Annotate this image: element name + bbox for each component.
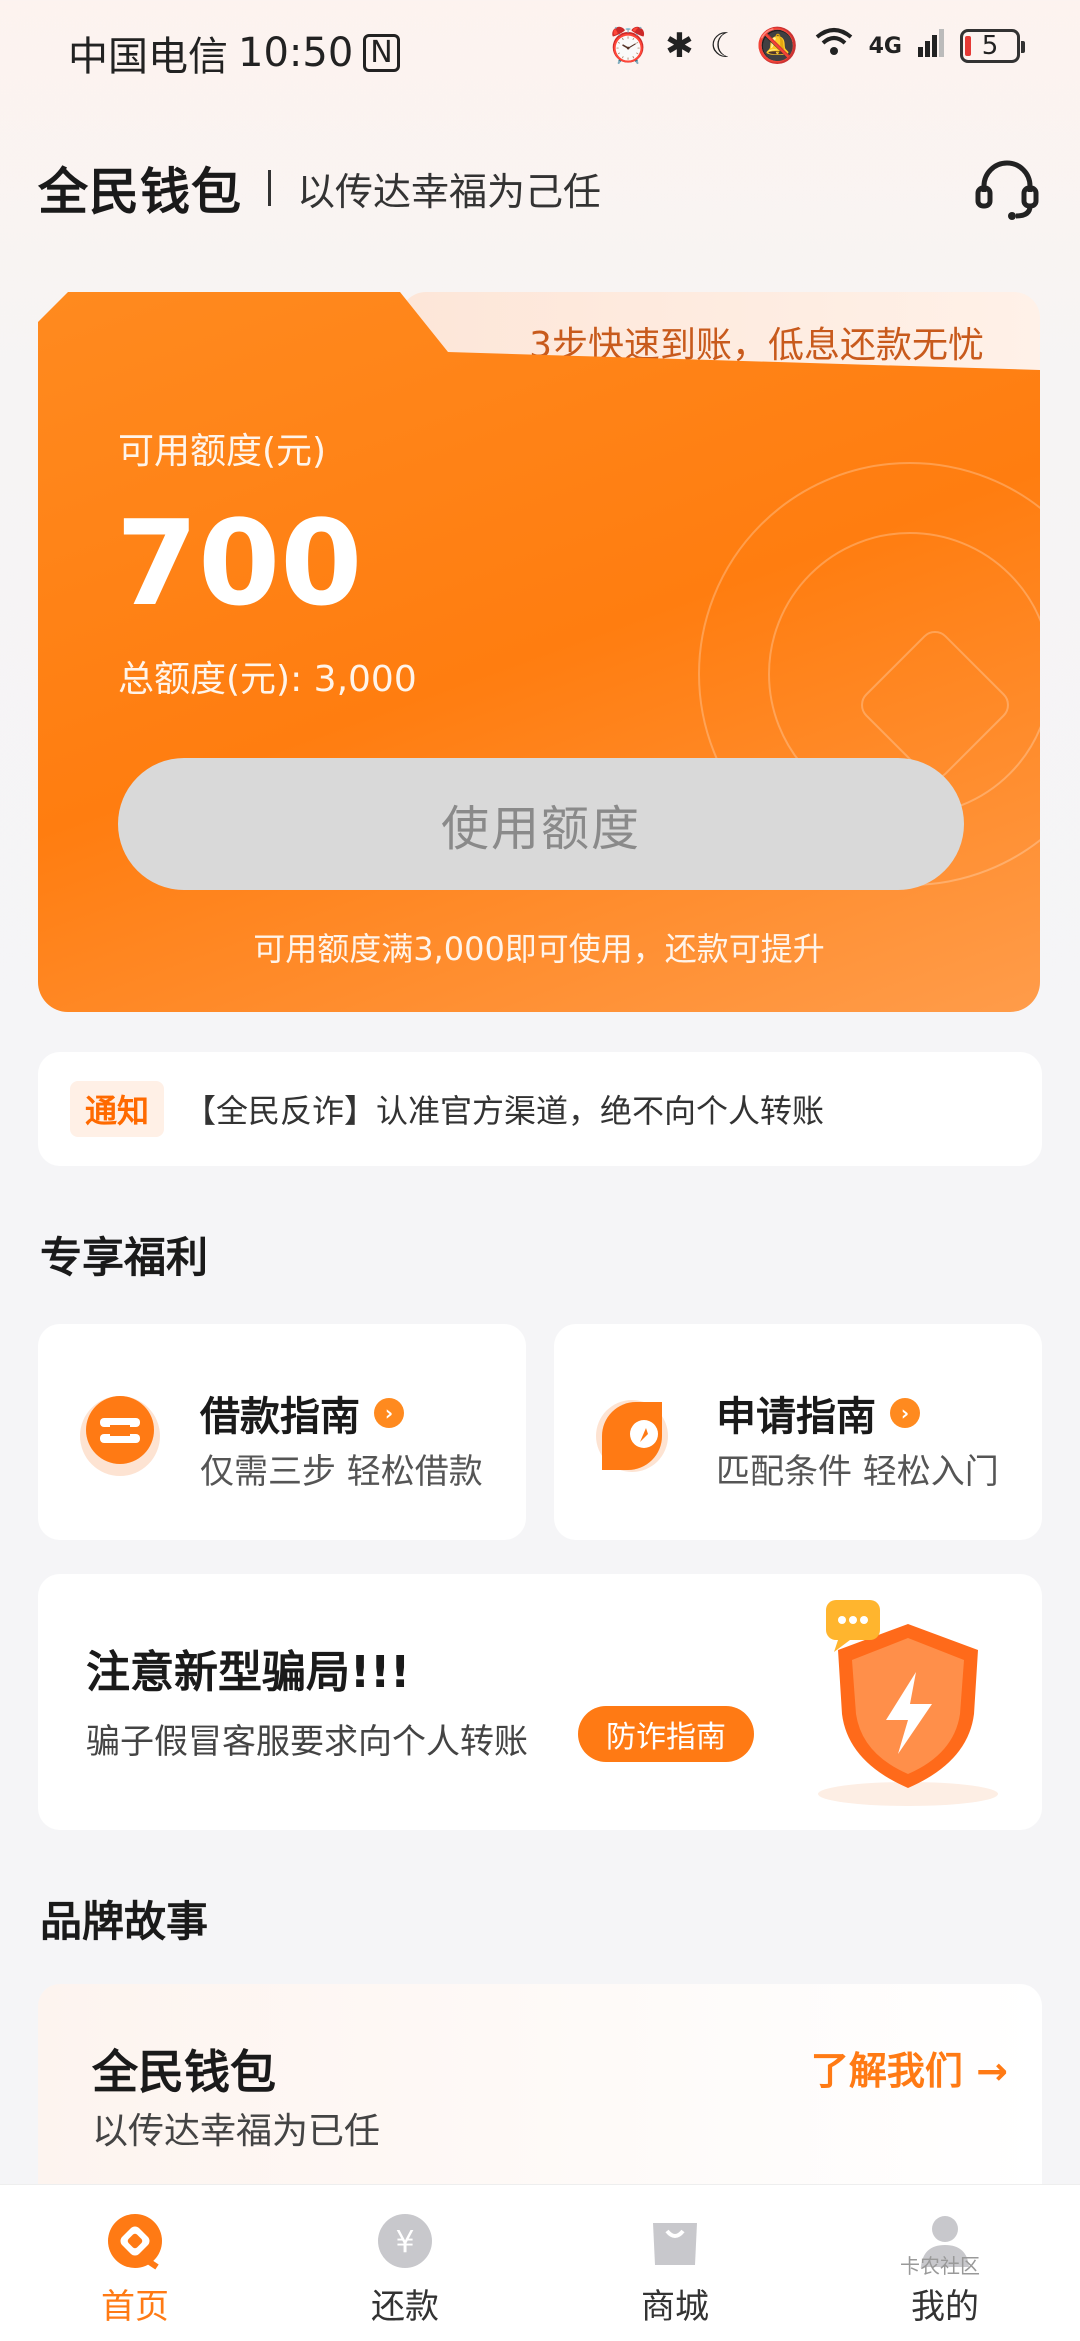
loan-guide-subtitle: 仅需三步 轻松借款 bbox=[200, 1452, 483, 1492]
card-body: 可用额度(元) 700 总额度(元): 3,000 使用额度 可用额度满3,00… bbox=[38, 292, 1040, 1012]
notice-bar[interactable]: 通知 【全民反诈】认准官方渠道，绝不向个人转账 bbox=[38, 1052, 1042, 1166]
home-icon bbox=[105, 2211, 165, 2271]
status-bar: 中国电信 10:50 N ⏰ ✱ ☾ 🔕 4G 5 bbox=[0, 0, 1080, 100]
watermark: 卡农社区 bbox=[900, 2254, 980, 2278]
brand-title: 全民钱包 bbox=[38, 163, 242, 221]
nav-mall[interactable]: 商城 bbox=[540, 2185, 810, 2341]
nav-repay-label: 还款 bbox=[371, 2287, 439, 2327]
chevron-right-icon: › bbox=[374, 1398, 404, 1428]
apply-guide-subtitle: 匹配条件 轻松入门 bbox=[716, 1452, 999, 1492]
about-us-link[interactable]: 了解我们 → bbox=[811, 2040, 1008, 2095]
loan-guide-title: 借款指南 › bbox=[200, 1384, 404, 1442]
battery-icon: 5 bbox=[960, 29, 1025, 63]
moon-icon: ☾ bbox=[709, 26, 741, 66]
apply-guide-title-text: 申请指南 bbox=[716, 1394, 876, 1440]
apply-guide-card[interactable]: 申请指南 › 匹配条件 轻松入门 bbox=[554, 1324, 1042, 1540]
signal-icon bbox=[918, 26, 944, 66]
fraud-alert-title: 注意新型骗局!!! bbox=[86, 1647, 411, 1698]
nav-mall-label: 商城 bbox=[641, 2287, 709, 2327]
app-header: 全民钱包 以传达幸福为己任 bbox=[38, 148, 1042, 228]
alarm-icon: ⏰ bbox=[606, 26, 650, 66]
shield-icon bbox=[778, 1594, 1018, 1814]
notice-tag: 通知 bbox=[70, 1081, 164, 1137]
nav-home-label: 首页 bbox=[101, 2287, 169, 2327]
nav-home[interactable]: 首页 bbox=[0, 2185, 270, 2341]
bluetooth-icon: ✱ bbox=[665, 26, 694, 66]
anti-fraud-guide-button[interactable]: 防诈指南 bbox=[578, 1706, 754, 1762]
customer-service-icon[interactable] bbox=[972, 154, 1042, 224]
story-subtitle: 以传达幸福为已任 bbox=[92, 2111, 381, 2152]
loan-guide-title-text: 借款指南 bbox=[200, 1394, 360, 1440]
battery-level: 5 bbox=[981, 31, 999, 61]
chevron-right-icon: › bbox=[890, 1398, 920, 1428]
available-amount: 700 bbox=[116, 494, 363, 632]
network-type: 4G bbox=[868, 33, 902, 59]
wifi-icon bbox=[815, 26, 853, 66]
status-left: 中国电信 10:50 N bbox=[68, 24, 400, 82]
benefits-title: 专享福利 bbox=[40, 1233, 209, 1282]
fraud-alert-card: 注意新型骗局!!! 骗子假冒客服要求向个人转账 防诈指南 bbox=[38, 1574, 1042, 1830]
status-right: ⏰ ✱ ☾ 🔕 4G 5 bbox=[606, 26, 1025, 66]
mute-icon: 🔕 bbox=[756, 26, 799, 66]
apply-guide-icon bbox=[588, 1384, 684, 1480]
carrier-label: 中国电信 bbox=[68, 34, 228, 80]
yen-coin-icon: ¥ bbox=[375, 2211, 435, 2271]
loan-guide-icon bbox=[72, 1384, 168, 1480]
total-limit: 总额度(元): 3,000 bbox=[118, 659, 417, 700]
nav-mine-label: 我的 bbox=[911, 2287, 979, 2327]
loan-guide-card[interactable]: 借款指南 › 仅需三步 轻松借款 bbox=[38, 1324, 526, 1540]
credit-hint: 可用额度满3,000即可使用，还款可提升 bbox=[253, 930, 825, 968]
apply-guide-title: 申请指南 › bbox=[716, 1384, 920, 1442]
svg-text:¥: ¥ bbox=[395, 2225, 414, 2260]
nav-repay[interactable]: ¥ 还款 bbox=[270, 2185, 540, 2341]
brand-story-title: 品牌故事 bbox=[40, 1897, 209, 1946]
brand-slogan: 以传达幸福为己任 bbox=[297, 169, 602, 214]
fraud-alert-subtitle: 骗子假冒客服要求向个人转账 bbox=[86, 1722, 528, 1762]
shopping-bag-icon bbox=[645, 2211, 705, 2271]
story-title: 全民钱包 bbox=[92, 2045, 276, 2099]
clock: 10:50 bbox=[238, 30, 354, 76]
notice-text: 【全民反诈】认准官方渠道，绝不向个人转账 bbox=[184, 1092, 825, 1130]
available-label: 可用额度(元) bbox=[118, 431, 327, 472]
header-divider bbox=[268, 170, 271, 206]
use-credit-button[interactable]: 使用额度 bbox=[118, 758, 964, 890]
nfc-icon: N bbox=[363, 34, 400, 72]
credit-card: 3步快速到账，低息还款无忧 可用额度(元) 700 总额度(元): 3,000 … bbox=[38, 292, 1040, 1012]
